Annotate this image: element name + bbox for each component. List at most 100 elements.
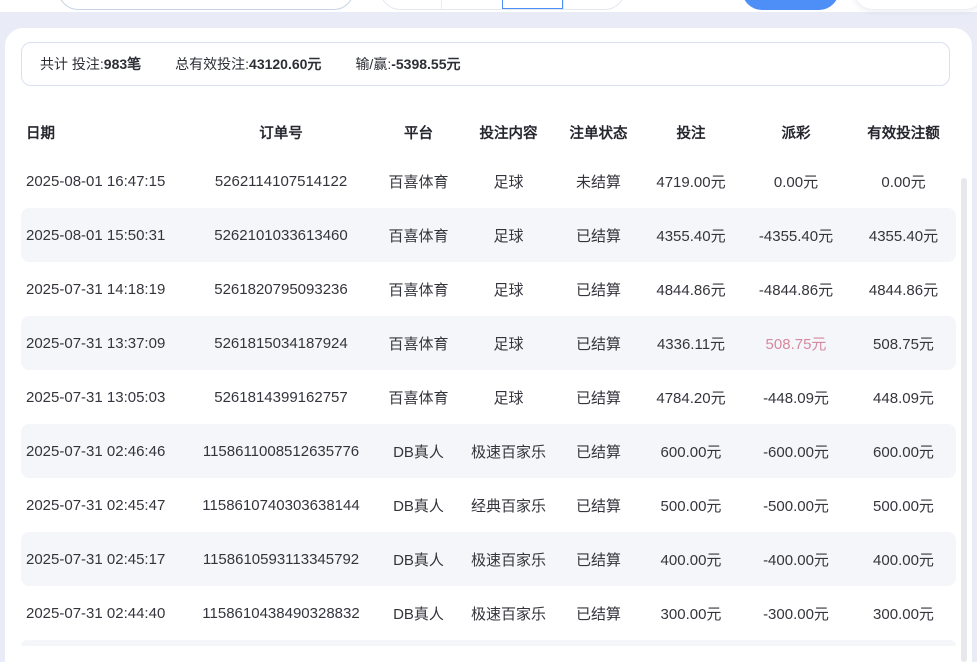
table-row[interactable]: 2025-07-31 02:45:471158610740303638144DB… (21, 478, 956, 532)
date-cell: 2025-07-31 02:44:40 (21, 605, 186, 622)
segment-option[interactable] (381, 0, 441, 9)
column-header: 平台 (376, 122, 461, 143)
status-cell: 已结算 (556, 387, 641, 408)
summary-label: 共计 投注: (40, 56, 104, 72)
status-cell: 已结算 (556, 549, 641, 570)
column-header: 注单状态 (556, 122, 641, 143)
bet-cell: 400.00元 (641, 549, 741, 570)
date-cell: 2025-07-31 14:18:19 (21, 281, 186, 298)
valid-bet-cell: 400.00元 (851, 549, 956, 570)
bet-cell: 4336.11元 (641, 333, 741, 354)
status-cell: 已结算 (556, 441, 641, 462)
platform-cell: 百喜体育 (376, 279, 461, 300)
bet-cell: 4784.20元 (641, 387, 741, 408)
table-row[interactable]: 2025-07-31 14:18:195261820795093236百喜体育足… (21, 262, 956, 316)
valid-bet-cell: 4844.86元 (851, 279, 956, 300)
date-cell: 2025-07-31 13:37:09 (21, 335, 186, 352)
bet-cell: 600.00元 (641, 441, 741, 462)
summary-value: -5398.55元 (391, 56, 460, 72)
order-cell: 1158611008512635776 (186, 443, 376, 460)
platform-cell: 百喜体育 (376, 171, 461, 192)
valid-bet-cell: 500.00元 (851, 495, 956, 516)
valid-bet-cell: 4355.40元 (851, 225, 956, 246)
table-header: 日期订单号平台投注内容注单状态投注派彩有效投注额 (21, 110, 956, 154)
content-cell: 足球 (461, 333, 556, 354)
summary-label: 输/赢: (355, 56, 391, 72)
date-cell: 2025-07-31 02:45:47 (21, 497, 186, 514)
payout-cell: 508.75元 (741, 333, 851, 354)
order-cell: 5261814399162757 (186, 389, 376, 406)
segment-option[interactable] (441, 0, 502, 9)
payout-cell: -400.00元 (741, 549, 851, 570)
column-header: 有效投注额 (851, 122, 956, 143)
content-cell: 足球 (461, 171, 556, 192)
valid-bet-cell: 0.00元 (851, 171, 956, 192)
segment-option[interactable] (563, 0, 624, 9)
date-cell: 2025-08-01 16:47:15 (21, 173, 186, 190)
table-row[interactable]: 2025-07-31 13:05:035261814399162757百喜体育足… (21, 370, 956, 424)
reset-button[interactable] (853, 0, 977, 10)
column-header: 日期 (21, 122, 186, 143)
bet-cell: 4719.00元 (641, 171, 741, 192)
search-input[interactable] (58, 0, 354, 10)
payout-cell: -448.09元 (741, 387, 851, 408)
status-cell: 已结算 (556, 279, 641, 300)
table-row[interactable]: 2025-07-31 02:45:171158610593113345792DB… (21, 532, 956, 586)
table-body: 2025-08-01 16:47:155262114107514122百喜体育足… (21, 154, 956, 640)
column-header: 派彩 (741, 122, 851, 143)
status-cell: 已结算 (556, 495, 641, 516)
valid-bet-cell: 600.00元 (851, 441, 956, 462)
vertical-scrollbar[interactable] (961, 178, 967, 662)
platform-cell: 百喜体育 (376, 387, 461, 408)
platform-cell: DB真人 (376, 441, 461, 462)
column-header: 投注 (641, 122, 741, 143)
bet-cell: 4355.40元 (641, 225, 741, 246)
content-cell: 经典百家乐 (461, 495, 556, 516)
content-cell: 足球 (461, 387, 556, 408)
summary-win-loss: 输/赢:-5398.55元 (355, 54, 460, 74)
order-cell: 5262114107514122 (186, 173, 376, 190)
summary-valid-bets: 总有效投注:43120.60元 (175, 54, 321, 74)
status-cell: 未结算 (556, 171, 641, 192)
content-cell: 足球 (461, 279, 556, 300)
order-cell: 5262101033613460 (186, 227, 376, 244)
order-cell: 1158610740303638144 (186, 497, 376, 514)
valid-bet-cell: 300.00元 (851, 603, 956, 624)
bet-records-card: 共计 投注:983笔 总有效投注:43120.60元 输/赢:-5398.55元… (5, 28, 972, 662)
bet-cell: 4844.86元 (641, 279, 741, 300)
segment-option-selected[interactable] (502, 0, 564, 9)
summary-value: 983笔 (104, 56, 141, 72)
status-cell: 已结算 (556, 603, 641, 624)
date-cell: 2025-07-31 13:05:03 (21, 389, 186, 406)
column-header: 投注内容 (461, 122, 556, 143)
table-row[interactable]: 2025-07-31 02:44:401158610438490328832DB… (21, 586, 956, 640)
platform-cell: DB真人 (376, 549, 461, 570)
status-cell: 已结算 (556, 333, 641, 354)
search-button[interactable] (742, 0, 839, 10)
bet-cell: 500.00元 (641, 495, 741, 516)
content-cell: 极速百家乐 (461, 441, 556, 462)
payout-cell: -600.00元 (741, 441, 851, 462)
platform-cell: 百喜体育 (376, 333, 461, 354)
order-cell: 1158610438490328832 (186, 605, 376, 622)
summary-label: 总有效投注: (175, 56, 249, 72)
table-row-partial (21, 640, 956, 646)
filter-segmented-control (380, 0, 625, 10)
bet-cell: 300.00元 (641, 603, 741, 624)
payout-cell: -300.00元 (741, 603, 851, 624)
summary-bar: 共计 投注:983笔 总有效投注:43120.60元 输/赢:-5398.55元 (21, 42, 950, 86)
column-header: 订单号 (186, 122, 376, 143)
table-row[interactable]: 2025-08-01 15:50:315262101033613460百喜体育足… (21, 208, 956, 262)
order-cell: 1158610593113345792 (186, 551, 376, 568)
status-cell: 已结算 (556, 225, 641, 246)
platform-cell: DB真人 (376, 495, 461, 516)
content-cell: 极速百家乐 (461, 549, 556, 570)
bet-records-table: 日期订单号平台投注内容注单状态投注派彩有效投注额 2025-08-01 16:4… (21, 110, 956, 646)
top-toolbar (0, 0, 977, 12)
platform-cell: 百喜体育 (376, 225, 461, 246)
table-row[interactable]: 2025-07-31 02:46:461158611008512635776DB… (21, 424, 956, 478)
summary-value: 43120.60元 (249, 56, 321, 72)
payout-cell: 0.00元 (741, 171, 851, 192)
table-row[interactable]: 2025-07-31 13:37:095261815034187924百喜体育足… (21, 316, 956, 370)
table-row[interactable]: 2025-08-01 16:47:155262114107514122百喜体育足… (21, 154, 956, 208)
